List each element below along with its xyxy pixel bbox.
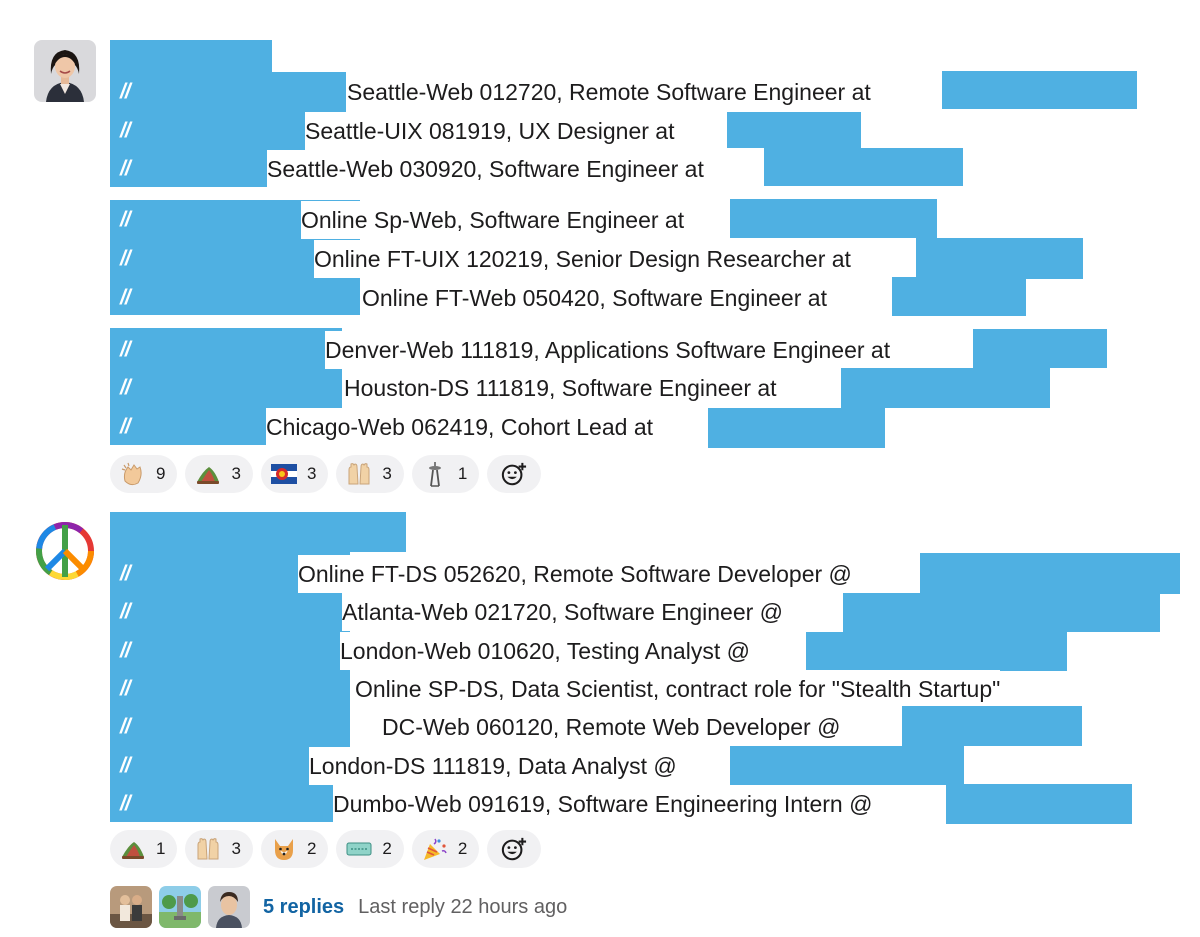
message-line: London-Web 010620, Testing Analyst @ [340, 632, 750, 670]
message-line: Dumbo-Web 091619, Software Engineering I… [333, 785, 873, 823]
quote-marker: // [120, 600, 131, 623]
quote-marker: // [120, 208, 131, 231]
redacted-company [946, 784, 1132, 824]
redacted-company [920, 553, 1180, 594]
message-line: Denver-Web 111819, Applications Software… [325, 331, 891, 369]
clapping-hands-icon [120, 461, 146, 487]
last-reply-time: Last reply 22 hours ago [358, 895, 568, 918]
reaction-raised-hands[interactable]: 3 [336, 455, 404, 493]
redacted-company [730, 199, 937, 238]
reaction-count: 1 [457, 464, 468, 483]
space-needle-icon [422, 461, 448, 487]
reply-avatar [208, 886, 250, 928]
message-line: Seattle-Web 012720, Remote Software Engi… [347, 73, 871, 111]
message-line: Online FT-DS 052620, Remote Software Dev… [298, 555, 852, 593]
redacted-username [110, 40, 272, 76]
quote-marker: // [120, 157, 131, 180]
message-line: Online FT-Web 050420, Software Engineer … [362, 279, 827, 317]
raised-hands-icon [346, 461, 372, 487]
quote-marker: // [120, 715, 131, 738]
redacted-company [973, 329, 1107, 368]
party-popper-icon [422, 836, 448, 862]
quote-marker: // [120, 792, 131, 815]
redacted-company [843, 593, 1160, 632]
reply-avatar [110, 886, 152, 928]
message-line: Chicago-Web 062419, Cohort Lead at [266, 408, 654, 446]
redacted-company [916, 238, 1083, 279]
reply-avatar [159, 886, 201, 928]
reactions-bar: 9 3 3 3 1 [110, 455, 542, 493]
message-line: DC-Web 060120, Remote Web Developer @ [382, 708, 841, 746]
colorado-flag-icon [270, 461, 297, 487]
reaction-leaf-hat[interactable]: 3 [185, 455, 253, 493]
quote-marker: // [120, 376, 131, 399]
redacted-company [708, 408, 885, 448]
redacted-company [764, 148, 963, 186]
reaction-count: 2 [382, 839, 392, 858]
reaction-space-needle[interactable]: 1 [411, 455, 480, 493]
message-line: Atlanta-Web 021720, Software Engineer @ [342, 593, 784, 631]
message-line: London-DS 111819, Data Analyst @ [309, 747, 677, 785]
reaction-colorado-flag[interactable]: 3 [260, 455, 329, 493]
redacted-company [841, 368, 1050, 408]
thread-summary[interactable]: 5 replies Last reply 22 hours ago [110, 886, 567, 928]
raised-hands-icon [195, 836, 221, 862]
add-emoji-icon [501, 461, 527, 487]
reaction-ticket[interactable]: 2 [336, 830, 404, 868]
quote-marker: // [120, 338, 131, 361]
user-avatar-peace[interactable] [34, 520, 96, 582]
reaction-count: 2 [457, 839, 468, 858]
redacted-company [942, 71, 1137, 109]
quote-marker: // [120, 754, 131, 777]
redacted-company [727, 112, 861, 148]
reaction-count: 3 [231, 839, 241, 858]
quote-marker: // [120, 639, 131, 662]
message-line: Online SP-DS, Data Scientist, contract r… [355, 670, 1001, 708]
message-line: Online Sp-Web, Software Engineer at [301, 201, 685, 239]
reaction-count: 3 [231, 464, 241, 483]
message-line: Houston-DS 111819, Software Engineer at [344, 369, 777, 407]
redacted-username [110, 512, 406, 552]
user-avatar[interactable] [34, 40, 96, 102]
reaction-party-popper[interactable]: 2 [411, 830, 480, 868]
redacted-company [806, 632, 1067, 671]
add-emoji-icon [501, 836, 527, 862]
reactions-bar: 1 3 2 2 2 [110, 830, 542, 868]
redacted-company [902, 706, 1082, 746]
redacted-company [892, 277, 1026, 316]
quote-marker: // [120, 286, 131, 309]
corgi-icon [271, 836, 297, 862]
reaction-count: 3 [306, 464, 317, 483]
quote-marker: // [120, 415, 131, 438]
message-line: Seattle-Web 030920, Software Engineer at [267, 150, 704, 188]
reaction-leaf-hat[interactable]: 1 [110, 830, 178, 868]
add-reaction-button[interactable] [487, 455, 542, 493]
redacted-company [730, 746, 964, 785]
reaction-clapping-hands[interactable]: 9 [110, 455, 178, 493]
quote-marker: // [120, 80, 131, 103]
reaction-count: 2 [306, 839, 317, 858]
reaction-corgi[interactable]: 2 [260, 830, 329, 868]
quote-marker: // [120, 247, 131, 270]
reaction-count: 1 [156, 839, 166, 858]
quote-marker: // [120, 562, 131, 585]
quote-marker: // [120, 119, 131, 142]
add-reaction-button[interactable] [487, 830, 542, 868]
reaction-count: 3 [382, 464, 392, 483]
reaction-count: 9 [156, 464, 166, 483]
replies-link[interactable]: 5 replies [263, 896, 344, 919]
ticket-icon [346, 836, 372, 862]
leaf-hat-icon [120, 836, 146, 862]
reaction-raised-hands[interactable]: 3 [185, 830, 253, 868]
quote-marker: // [120, 677, 131, 700]
message-line: Seattle-UIX 081919, UX Designer at [305, 112, 675, 150]
message-line: Online FT-UIX 120219, Senior Design Rese… [314, 240, 851, 278]
leaf-hat-icon [195, 461, 221, 487]
